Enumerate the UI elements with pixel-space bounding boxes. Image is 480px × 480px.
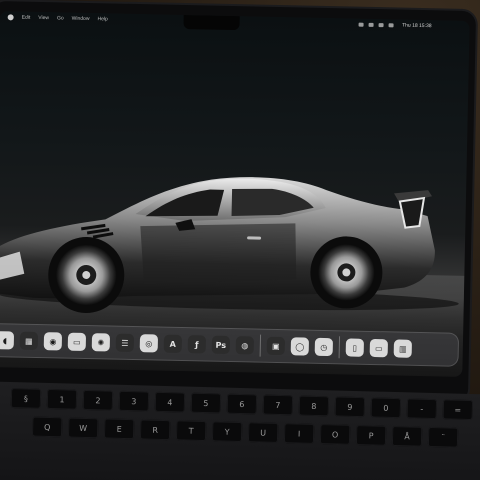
messages-glyph: ◯ xyxy=(295,341,305,352)
folder-icon[interactable]: ▭ xyxy=(369,338,388,358)
dock-separator xyxy=(338,336,341,359)
chrome-glyph: ◍ xyxy=(241,340,249,350)
key[interactable]: Q xyxy=(31,416,63,438)
messages-icon[interactable]: ◯ xyxy=(290,337,310,356)
laptop-screen: Edit View Go Window Help Thu 18 15:38 ◖ ▦… xyxy=(0,11,470,377)
menu-item-view[interactable]: View xyxy=(38,15,49,21)
dock-separator xyxy=(259,334,262,357)
music-glyph: ◎ xyxy=(145,338,153,348)
key[interactable]: 6 xyxy=(226,393,258,415)
launchpad-glyph: ▦ xyxy=(25,336,33,346)
figma-icon[interactable]: ƒ xyxy=(187,335,207,354)
key[interactable]: R xyxy=(139,419,171,441)
key[interactable]: 0 xyxy=(370,397,402,419)
key[interactable]: O xyxy=(319,424,351,445)
document-icon[interactable]: ▯ xyxy=(345,338,364,357)
safari-icon[interactable]: ◉ xyxy=(43,332,63,351)
control-center-icon[interactable] xyxy=(388,23,394,28)
battery-icon[interactable] xyxy=(358,22,364,27)
key[interactable]: § xyxy=(10,387,42,409)
preview-icon[interactable]: ▣ xyxy=(266,336,286,356)
menu-item-go[interactable]: Go xyxy=(57,15,64,21)
key[interactable]: 5 xyxy=(190,392,222,414)
trash-icon[interactable]: ▥ xyxy=(393,339,412,358)
apple-icon[interactable] xyxy=(7,14,14,21)
menu-clock[interactable]: Thu 18 15:38 xyxy=(402,23,432,30)
photoshop-icon[interactable]: Ps xyxy=(211,335,231,355)
finder-icon[interactable]: ◖ xyxy=(0,331,15,350)
menu-item-window[interactable]: Window xyxy=(72,16,90,22)
document-glyph: ▯ xyxy=(352,343,358,353)
launchpad-icon[interactable]: ▦ xyxy=(19,331,39,350)
finder-glyph: ◖ xyxy=(2,335,8,345)
key[interactable]: 4 xyxy=(154,391,186,413)
wallpaper-car xyxy=(0,177,465,336)
chrome-icon[interactable]: ◍ xyxy=(235,336,255,355)
wifi-icon[interactable] xyxy=(368,22,374,27)
photoshop-glyph: Ps xyxy=(215,340,227,350)
key[interactable]: - xyxy=(406,398,438,420)
photo-scene: Edit View Go Window Help Thu 18 15:38 ◖ ▦… xyxy=(0,0,480,480)
key[interactable]: = xyxy=(442,399,474,421)
mail-glyph: ▭ xyxy=(72,337,81,347)
menu-item-edit[interactable]: Edit xyxy=(22,15,31,21)
search-icon[interactable] xyxy=(378,23,384,28)
key[interactable]: P xyxy=(355,425,387,446)
clock-icon[interactable]: ◷ xyxy=(314,337,334,357)
menu-item-help[interactable]: Help xyxy=(97,16,107,22)
appstore-icon[interactable]: A xyxy=(163,334,183,354)
key[interactable]: Y xyxy=(211,421,243,443)
music-icon[interactable]: ◎ xyxy=(139,334,159,353)
key[interactable]: T xyxy=(175,420,207,442)
key[interactable]: 1 xyxy=(46,388,78,410)
settings-glyph: ✺ xyxy=(97,337,105,347)
key[interactable]: W xyxy=(67,417,99,439)
safari-glyph: ◉ xyxy=(49,336,57,346)
folder-glyph: ▭ xyxy=(374,343,383,353)
key[interactable]: U xyxy=(247,422,279,443)
preview-glyph: ▣ xyxy=(271,341,280,351)
figma-glyph: ƒ xyxy=(195,339,199,349)
keyboard-row-letters: Q W E R T Y U I O P Å ¨ xyxy=(31,416,459,448)
key[interactable]: 3 xyxy=(118,390,150,412)
keyboard-row-numbers: § 1 2 3 4 5 6 7 8 9 0- = xyxy=(10,387,474,421)
trash-glyph: ▥ xyxy=(398,344,407,354)
mail-icon[interactable]: ▭ xyxy=(67,332,87,351)
notes-icon[interactable]: ☰ xyxy=(115,333,135,352)
keyboard: § 1 2 3 4 5 6 7 8 9 0- = Q W E R T Y U I O P Å ¨ xyxy=(0,381,480,480)
key[interactable]: ¨ xyxy=(427,426,459,448)
clock-glyph: ◷ xyxy=(320,342,328,352)
settings-icon[interactable]: ✺ xyxy=(91,333,111,352)
key[interactable]: 9 xyxy=(334,396,366,418)
key[interactable]: I xyxy=(283,423,315,444)
key[interactable]: 2 xyxy=(82,389,114,411)
key[interactable]: 8 xyxy=(298,395,330,417)
key[interactable]: 7 xyxy=(262,394,294,416)
key[interactable]: E xyxy=(103,418,135,440)
key[interactable]: Å xyxy=(391,425,423,447)
status-area: Thu 18 15:38 xyxy=(358,22,470,30)
appstore-glyph: A xyxy=(169,339,177,349)
notes-glyph: ☰ xyxy=(121,338,129,348)
